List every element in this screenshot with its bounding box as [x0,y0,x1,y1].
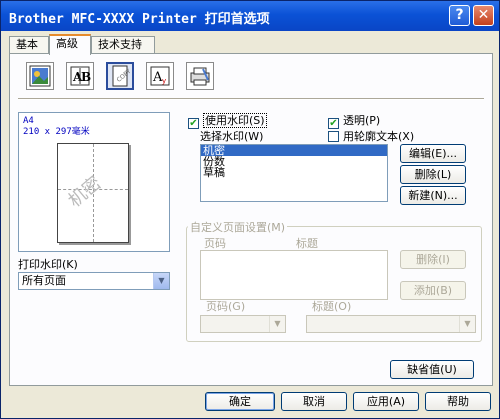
apply-button[interactable]: 应用(A) [353,392,419,411]
custom-page-title: 自定义页面设置(M) [188,219,288,235]
delete-custom-button[interactable]: 删除(I) [400,250,466,269]
watermark-list[interactable]: 机密 份数 草稿 [200,144,388,202]
outline-text-label: 用轮廓文本(X) [343,130,415,143]
watermark-icon[interactable]: COPY [106,62,134,90]
add-custom-button[interactable]: 添加(B) [400,281,466,300]
preview-page: 机密 [57,143,129,243]
device-options-icon[interactable] [186,62,214,90]
advanced-panel: A B COPY A y A4 210 x 297毫米 机密 打印水印(K) 所… [9,53,493,386]
tab-advanced[interactable]: 高级 [49,34,91,55]
svg-text:B: B [81,70,91,84]
chevron-down-icon[interactable]: ▼ [459,316,475,332]
edit-watermark-button[interactable]: 编辑(E)... [400,144,466,163]
list-item[interactable]: 草稿 [201,167,387,178]
print-watermark-label: 打印水印(K) [18,258,78,271]
page-combo-label: 页码(G) [206,300,246,313]
help-title-button[interactable]: ? [449,5,470,26]
list-item[interactable]: 机密 [201,145,387,156]
outline-text-checkbox[interactable]: 用轮廓文本(X) [328,128,414,144]
color-icon[interactable] [26,62,54,90]
new-watermark-button[interactable]: 新建(N)... [400,186,466,205]
select-watermark-label: 选择水印(W) [200,130,264,143]
toolbar-separator [18,98,484,100]
printer-preferences-window: Brother MFC-XXXX Printer 打印首选项 ? ✕ 基本 高级… [0,0,500,419]
print-watermark-value: 所有页面 [22,274,66,287]
custom-page-list[interactable] [200,250,388,300]
device-options-icon-graphic [190,67,210,86]
transparent-label: 透明(P) [343,114,381,127]
tab-basic[interactable]: 基本 [9,36,49,54]
help-button[interactable]: 帮助 [425,392,491,411]
chevron-down-icon[interactable]: ▼ [153,273,169,289]
paper-size-label: A4 210 x 297毫米 [23,116,90,138]
use-watermark-label: 使用水印(S) [203,113,267,128]
use-watermark-checkbox[interactable]: ✔ 使用水印(S) [188,112,267,129]
print-watermark-select[interactable]: 所有页面 ▼ [18,272,170,290]
scaling-icon-graphic: A B [70,66,91,86]
preview-watermark: 机密 [64,172,106,212]
default-button[interactable]: 缺省值(U) [390,360,474,379]
title-combo-label: 标题(O) [312,300,352,313]
close-button[interactable]: ✕ [473,5,494,26]
page-combo[interactable]: ▼ [200,315,286,333]
chevron-down-icon[interactable]: ▼ [269,316,285,332]
paper-dimensions: 210 x 297毫米 [23,127,90,137]
col-title-header: 标题 [296,237,318,250]
col-page-header: 页码 [204,237,226,250]
scaling-icon[interactable]: A B [66,62,94,90]
page-preview: A4 210 x 297毫米 机密 [18,112,170,252]
cancel-button[interactable]: 取消 [281,392,347,411]
check-icon[interactable]: ✔ [188,118,199,129]
window-title: Brother MFC-XXXX Printer 打印首选项 [9,12,270,27]
transparent-checkbox[interactable]: ✔ 透明(P) [328,112,380,129]
print-text-icon[interactable]: A y [146,62,174,90]
title-bar: Brother MFC-XXXX Printer 打印首选项 ? ✕ [1,1,499,31]
print-text-icon-graphic: A y [150,66,170,86]
title-combo[interactable]: ▼ [306,315,476,333]
empty-checkbox-icon[interactable] [328,131,339,142]
list-item[interactable]: 份数 [201,156,387,167]
delete-watermark-button[interactable]: 删除(L) [400,165,466,184]
paper-name: A4 [23,116,34,126]
tab-support[interactable]: 技术支持 [91,36,155,54]
color-icon-graphic [29,65,51,87]
ok-button[interactable]: 确定 [205,392,275,411]
watermark-icon-graphic: COPY [112,65,131,87]
svg-text:y: y [162,77,166,85]
